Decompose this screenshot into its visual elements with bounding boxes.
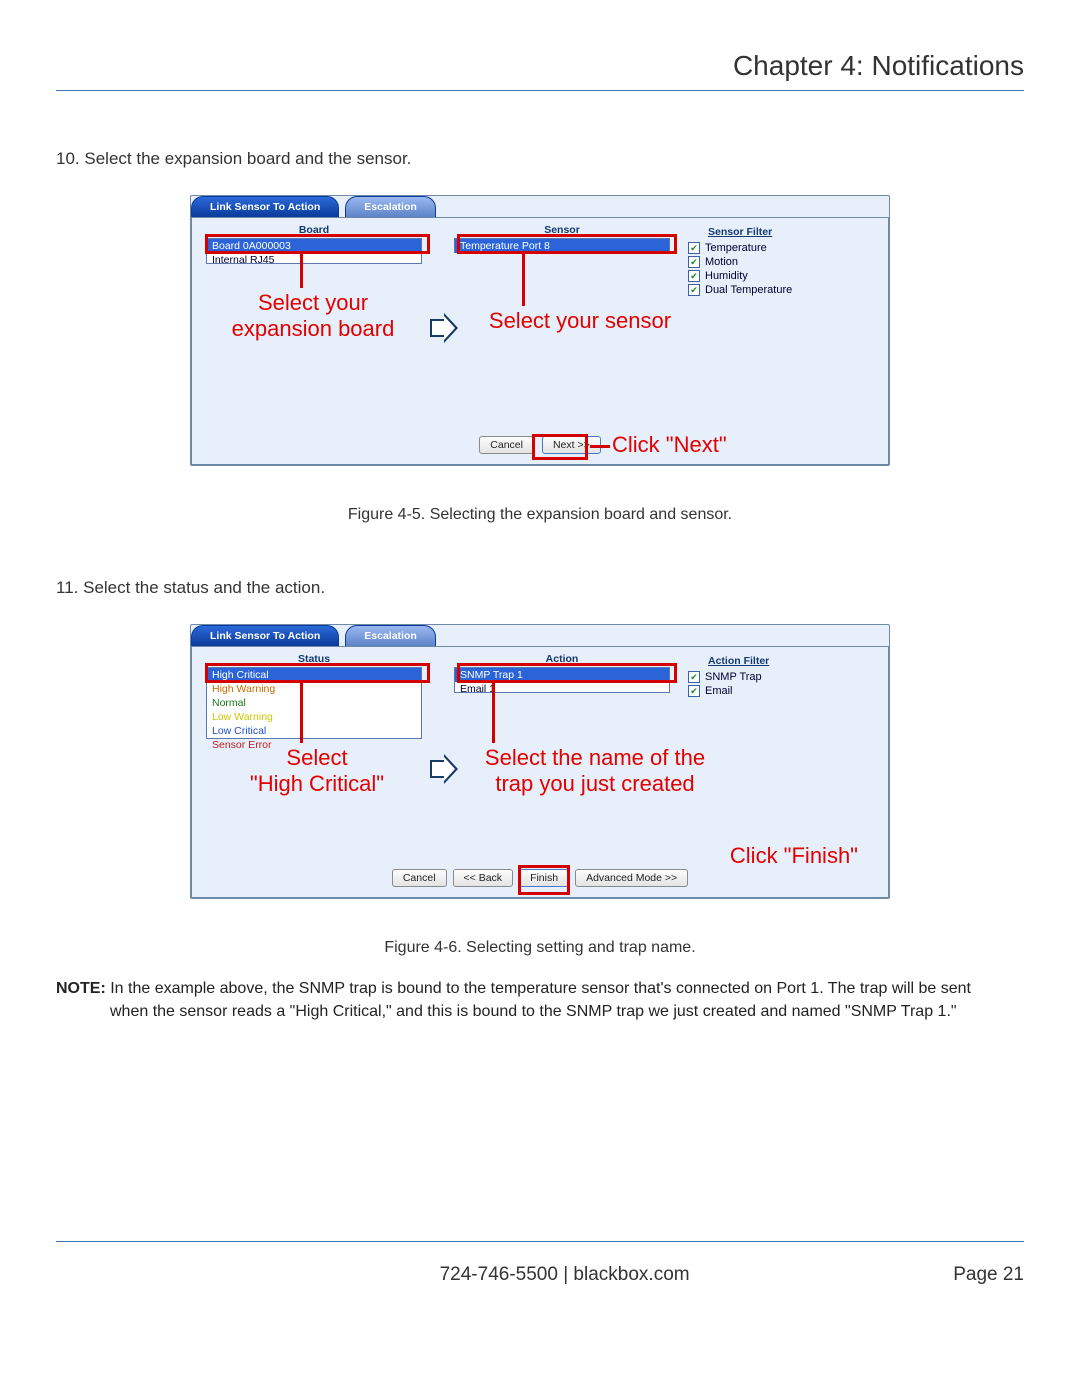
callout-line-board [300,254,303,288]
cancel-button[interactable]: Cancel [479,436,534,454]
callout-finish: Click "Finish" [730,843,858,869]
highlight-action [457,663,677,683]
page-footer: 724-746-5500 | blackbox.com Page 21 [0,1241,1080,1286]
checkbox-icon: ✔ [688,270,700,282]
arrow-icon [430,316,458,340]
status-high-warning[interactable]: High Warning [207,682,421,696]
checkbox-icon: ✔ [688,256,700,268]
filter-label: Temperature [705,242,767,254]
filter-dual-temperature[interactable]: ✔ Dual Temperature [688,284,878,296]
tab-escalation[interactable]: Escalation [345,196,436,217]
status-normal[interactable]: Normal [207,696,421,710]
back-button[interactable]: << Back [453,869,514,887]
wizard-tabs: Link Sensor To Action Escalation [191,625,889,646]
filter-label: Dual Temperature [705,284,792,296]
step-10-text: Select the expansion board and the senso… [84,149,411,168]
note-label: NOTE: [56,980,106,997]
callout-line-status [300,683,303,743]
tab-escalation[interactable]: Escalation [345,625,436,646]
callout-action: Select the name of the trap you just cre… [470,745,720,797]
figure-4-6-caption: Figure 4-6. Selecting setting and trap n… [56,939,1024,957]
filter-humidity[interactable]: ✔ Humidity [688,270,878,282]
callout-status: Select "High Critical" [222,745,412,797]
wizard-tabs: Link Sensor To Action Escalation [191,196,889,217]
board-item[interactable]: Internal RJ45 [207,253,421,267]
callout-board: Select your expansion board [218,290,408,342]
checkbox-icon: ✔ [688,685,700,697]
filter-label: Motion [705,256,738,268]
callout-line-next [590,445,610,448]
highlight-board [205,234,430,254]
sensor-filter-title: Sensor Filter [708,226,878,238]
filter-label: Email [705,685,733,697]
step-11-text: Select the status and the action. [83,578,325,597]
tab-link-sensor[interactable]: Link Sensor To Action [191,196,339,217]
figure-4-6: Link Sensor To Action Escalation Status … [190,624,890,899]
note-line-2: when the sensor reads a "High Critical,"… [56,1000,1024,1023]
highlight-next [532,434,588,460]
status-low-warning[interactable]: Low Warning [207,710,421,724]
callout-line-action [492,683,495,743]
note-paragraph: NOTE: In the example above, the SNMP tra… [56,977,1024,1023]
highlight-sensor [457,234,677,254]
step-11-number: 11. [56,578,78,597]
arrow-icon [430,757,458,781]
filter-temperature[interactable]: ✔ Temperature [688,242,878,254]
checkbox-icon: ✔ [688,242,700,254]
page-label: Page [953,1264,997,1285]
checkbox-icon: ✔ [688,671,700,683]
checkbox-icon: ✔ [688,284,700,296]
cancel-button[interactable]: Cancel [392,869,447,887]
filter-snmp-trap[interactable]: ✔ SNMP Trap [688,671,878,683]
filter-label: SNMP Trap [705,671,762,683]
footer-divider [56,1241,1024,1242]
footer-contact: 724-746-5500 | blackbox.com [176,1264,953,1286]
callout-next: Click "Next" [612,432,727,458]
sensor-column: Sensor Temperature Port 8 [440,218,680,464]
filter-email[interactable]: ✔ Email [688,685,878,697]
advanced-mode-button[interactable]: Advanced Mode >> [575,869,688,887]
filter-motion[interactable]: ✔ Motion [688,256,878,268]
status-low-critical[interactable]: Low Critical [207,724,421,738]
highlight-finish [518,865,570,895]
step-10-number: 10. [56,149,80,168]
callout-sensor: Select your sensor [470,308,690,334]
header-divider [56,90,1024,91]
step-10: 10. Select the expansion board and the s… [56,149,1024,169]
figure-4-5-caption: Figure 4-5. Selecting the expansion boar… [56,506,1024,524]
filter-label: Humidity [705,270,748,282]
sensor-filter-column: Sensor Filter ✔ Temperature ✔ Motion ✔ Humi… [680,218,888,464]
step-11: 11. Select the status and the action. [56,578,1024,598]
footer-page: Page 21 [953,1264,1024,1286]
note-line-1: In the example above, the SNMP trap is b… [110,980,971,997]
action-filter-title: Action Filter [708,655,878,667]
page-number: 21 [1003,1264,1024,1285]
callout-line-sensor [522,254,525,306]
chapter-title: Chapter 4: Notifications [56,50,1024,82]
action-email-1[interactable]: Email 1 [455,682,669,696]
tab-link-sensor[interactable]: Link Sensor To Action [191,625,339,646]
figure-4-5: Link Sensor To Action Escalation Board B… [190,195,890,466]
highlight-status [205,663,430,683]
